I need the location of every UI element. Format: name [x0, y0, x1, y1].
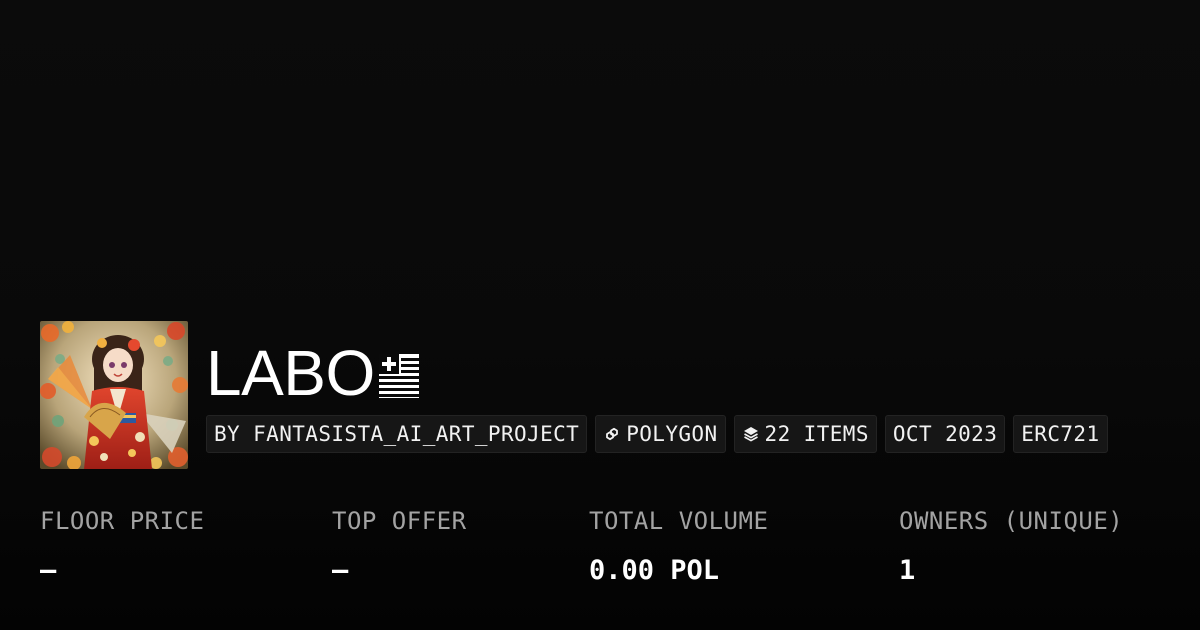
token-standard-chip: ERC721 [1013, 415, 1108, 453]
stat-label: TOP OFFER [332, 507, 467, 535]
chain-label: POLYGON [626, 422, 718, 446]
stat-label: TOTAL VOLUME [589, 507, 769, 535]
collection-stats: FLOOR PRICE – TOP OFFER – TOTAL VOLUME 0… [40, 505, 1200, 595]
created-date-label: OCT 2023 [892, 422, 998, 446]
collection-meta-chips: BY FANTASISTA_AI_ART_PROJECT POLYGON 22 … [206, 415, 1108, 453]
stat-floor-price: FLOOR PRICE – [40, 505, 204, 587]
chain-chip[interactable]: POLYGON [595, 415, 726, 453]
collection-avatar[interactable] [40, 321, 188, 469]
stat-value: – [40, 555, 57, 586]
stat-value: – [332, 555, 349, 586]
layers-icon [743, 427, 758, 442]
stat-label: FLOOR PRICE [40, 507, 205, 535]
created-date-chip: OCT 2023 [884, 415, 1006, 453]
items-chip[interactable]: 22 ITEMS [733, 415, 877, 453]
title-row: LABO [206, 339, 419, 407]
collection-avatar-artwork [40, 321, 188, 469]
stat-owners-unique: OWNERS (UNIQUE) 1 [899, 505, 1123, 587]
collection-header: LABO BY FANTASISTA_AI_ART_PROJECT POLYGO… [40, 321, 1200, 471]
stat-total-volume: TOTAL VOLUME 0.00 POL [589, 505, 768, 587]
stat-value: 0.00 POL [589, 555, 720, 586]
creator-label: BY FANTASISTA_AI_ART_PROJECT [214, 422, 580, 446]
stat-top-offer: TOP OFFER – [332, 505, 467, 587]
stat-label: OWNERS (UNIQUE) [899, 507, 1124, 535]
flag-icon [378, 354, 419, 398]
collection-title: LABO [206, 337, 375, 409]
items-label: 22 ITEMS [764, 422, 869, 446]
token-standard-label: ERC721 [1021, 422, 1100, 446]
polygon-chain-icon [606, 427, 619, 441]
stat-value: 1 [899, 555, 916, 586]
creator-chip[interactable]: BY FANTASISTA_AI_ART_PROJECT [206, 415, 588, 453]
